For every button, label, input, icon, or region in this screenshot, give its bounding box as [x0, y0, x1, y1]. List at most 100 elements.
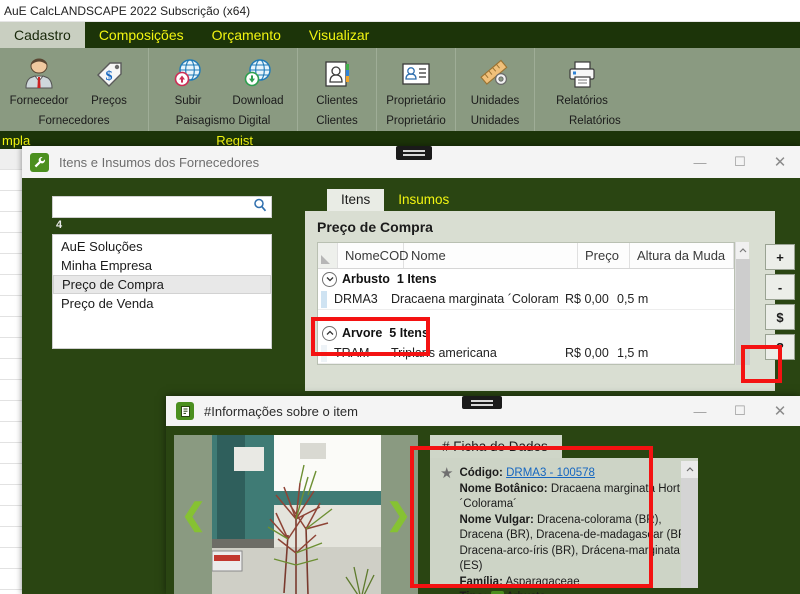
item-info-window-controls: — ☐ ✕ [680, 395, 800, 427]
ribbon-body: Fornecedor $ Preços Fornecedores [0, 48, 800, 131]
ficha-value-familia: Asparagaceae [505, 576, 579, 588]
supplier-left-pane: 4 AuE Soluções Minha Empresa Preço de Co… [52, 196, 272, 349]
items-grid[interactable]: NomeCOD Nome Preço Altura da Muda Arb [317, 242, 735, 365]
ribbon-button-unidades[interactable]: Unidades [462, 50, 528, 107]
chevron-up-icon[interactable] [739, 245, 747, 255]
column-header-nome[interactable]: Nome [404, 243, 578, 268]
supplier-list-item-label: Minha Empresa [61, 258, 152, 273]
group-header-arvore[interactable]: Arvore 5 Itens [318, 323, 734, 343]
cell-cod: TRAM [327, 346, 384, 360]
cell-cod: DRMA3 [327, 292, 384, 306]
ribbon-tab-orcamento[interactable]: Orçamento [198, 22, 295, 48]
search-icon[interactable] [253, 198, 267, 217]
ficha-label-nome-botanico: Nome Botânico: [459, 483, 547, 495]
chevron-up-icon[interactable] [322, 326, 337, 341]
ribbon-tab-composicoes[interactable]: Composições [85, 22, 198, 48]
cell-altura: 0,5 m [610, 292, 714, 306]
app-title: AuE CalcLANDSCAPE 2022 Subscrição (x64) [4, 4, 250, 18]
info-button[interactable]: ? [765, 334, 795, 360]
wrench-icon [30, 153, 49, 172]
column-header-preco[interactable]: Preço [578, 243, 630, 268]
supplier-list-item-label: AuE Soluções [61, 239, 143, 254]
ribbon-button-clientes[interactable]: Clientes [304, 50, 370, 107]
ficha-de-dados-tab[interactable]: # Ficha de Dados [430, 435, 562, 458]
ribbon-tab-strip: Cadastro Composições Orçamento Visualiza… [0, 22, 800, 48]
ribbon-button-label: Fornecedor [10, 95, 69, 107]
tab-insumos[interactable]: Insumos [384, 189, 463, 211]
table-row[interactable]: TRAM Triplaris americana R$ 0,00 1,5 m [318, 343, 734, 364]
item-photo-pane: ❮ [174, 435, 418, 594]
chevron-right-icon[interactable]: ❯ [386, 498, 411, 533]
maximize-button[interactable]: ☐ [720, 395, 760, 427]
search-input[interactable] [59, 200, 253, 214]
scrollbar-thumb[interactable] [736, 259, 750, 365]
tab-itens[interactable]: Itens [327, 189, 384, 211]
column-header-altura[interactable]: Altura da Muda [630, 243, 734, 268]
group-count: 5 Itens [389, 326, 429, 340]
ficha-field-tipo: Tipo: Arbusto [459, 590, 698, 594]
ficha-label-familia: Família: [459, 576, 502, 588]
supplier-list-item[interactable]: Preço de Venda [53, 294, 271, 313]
supplier-list-item-selected[interactable]: Preço de Compra [53, 275, 271, 294]
supplier-list-item[interactable]: Minha Empresa [53, 256, 271, 275]
ficha-label-codigo: Código: [459, 467, 502, 479]
minimize-button[interactable]: — [680, 395, 720, 427]
column-header-nomecod[interactable]: NomeCOD [338, 243, 404, 268]
items-grid-wrapper: NomeCOD Nome Preço Altura da Muda Arb [317, 242, 765, 365]
suppliers-dialog-title: Itens e Insumos dos Fornecedores [59, 155, 259, 170]
ribbon-button-label: Preços [91, 95, 127, 107]
window-drag-indicator[interactable] [462, 396, 502, 409]
ribbon-button-relatorios[interactable]: Relatórios [549, 50, 615, 107]
window-drag-indicator[interactable] [396, 146, 432, 160]
ribbon-button-proprietario[interactable]: Proprietário [383, 50, 449, 107]
group-header-arbusto[interactable]: Arbusto 1 Itens [318, 269, 734, 289]
select-all-corner[interactable] [318, 243, 338, 268]
ribbon-group-title: Paisagismo Digital [176, 115, 271, 129]
remove-item-button[interactable]: - [765, 274, 795, 300]
ribbon-button-subir[interactable]: Subir [155, 50, 221, 107]
grid-vertical-scrollbar[interactable] [735, 242, 749, 365]
ribbon-tab-visualizar[interactable]: Visualizar [295, 22, 383, 48]
chevron-up-icon[interactable] [681, 461, 698, 478]
item-photo [212, 435, 381, 594]
grid-side-buttons: + - $ ? [765, 242, 795, 365]
codigo-link[interactable]: DRMA3 - 100578 [506, 467, 595, 479]
chevron-down-icon[interactable] [322, 272, 337, 287]
ficha-field-nome-botanico: Nome Botânico: Dracaena marginata Hort. … [459, 482, 698, 513]
ficha-scrollbar[interactable] [681, 461, 698, 588]
ribbon-button-label: Subir [175, 95, 202, 107]
group-name: Arbusto [342, 272, 390, 286]
chevron-left-icon[interactable]: ❮ [181, 498, 206, 533]
supplier-list[interactable]: AuE Soluções Minha Empresa Preço de Comp… [52, 234, 272, 349]
tab-label: Insumos [398, 192, 449, 207]
ribbon-button-precos[interactable]: $ Preços [76, 50, 142, 107]
maximize-button[interactable]: ☐ [720, 146, 760, 178]
price-button[interactable]: $ [765, 304, 795, 330]
ribbon-group-title: Unidades [471, 115, 520, 129]
ficha-de-dados-body: ★ Código: DRMA3 - 100578 Nome Botânico: … [430, 458, 698, 588]
items-panel: Preço de Compra NomeCOD Nome Preço Altur… [305, 211, 775, 391]
printer-icon [565, 54, 599, 94]
ribbon-button-fornecedor[interactable]: Fornecedor [6, 50, 72, 107]
ribbon-button-label: Unidades [471, 95, 520, 107]
ribbon-group-title: Proprietário [386, 115, 445, 129]
star-icon[interactable]: ★ [440, 466, 453, 588]
ribbon-button-download[interactable]: Download [225, 50, 291, 107]
table-row[interactable]: DRMA3 Dracaena marginata ´Colorama´ R$ 0… [318, 289, 734, 310]
minimize-button[interactable]: — [680, 146, 720, 178]
group-name: Arvore [342, 326, 382, 340]
close-button[interactable]: ✕ [760, 146, 800, 178]
panel-title: Preço de Compra [317, 219, 765, 235]
close-button[interactable]: ✕ [760, 395, 800, 427]
ribbon-tab-cadastro[interactable]: Cadastro [0, 22, 85, 48]
search-box[interactable] [52, 196, 272, 218]
ribbon-group-proprietario: Proprietário Proprietário [377, 48, 456, 131]
contact-card-icon [399, 54, 433, 94]
ficha-tab-label: # Ficha de Dados [442, 439, 548, 454]
ribbon-group-fornecedores: Fornecedor $ Preços Fornecedores [0, 48, 149, 131]
ruler-gear-icon [478, 54, 512, 94]
supplier-list-item[interactable]: AuE Soluções [53, 237, 271, 256]
cell-preco: R$ 0,00 [558, 292, 610, 306]
supplier-count-label: 4 [56, 219, 272, 231]
add-item-button[interactable]: + [765, 244, 795, 270]
